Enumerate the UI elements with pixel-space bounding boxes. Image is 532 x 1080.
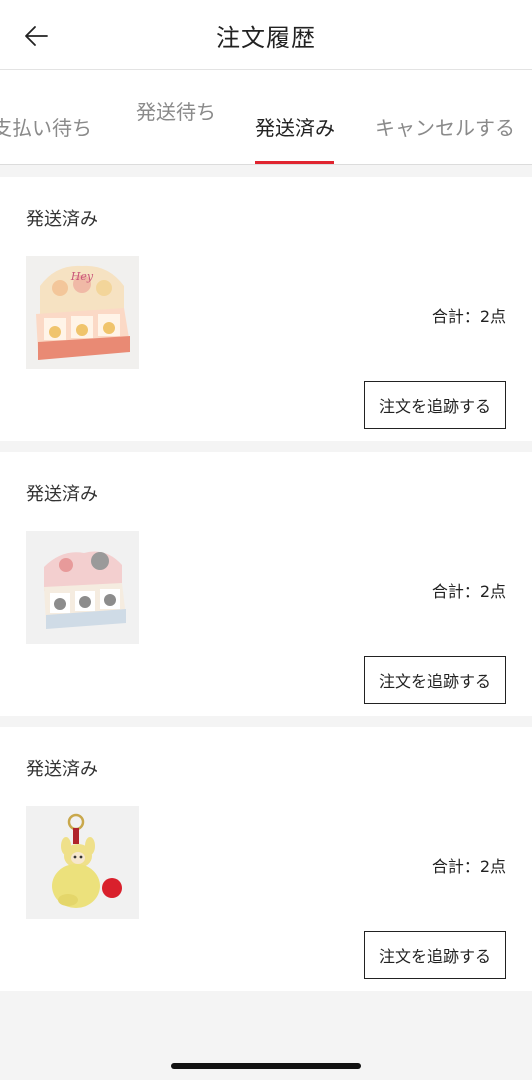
order-total: 合計：2点 [431, 307, 506, 326]
active-tab-indicator [255, 161, 334, 164]
home-indicator [171, 1063, 361, 1069]
tab-pending-payment[interactable]: 支払い待ち [0, 112, 92, 141]
order-total: 合計：2点 [431, 582, 506, 601]
order-card[interactable]: 発送済み Hey 合計：2点 注文を追跡する [0, 177, 532, 441]
track-order-button[interactable]: 注文を追跡する [364, 381, 506, 429]
tab-pending-shipment[interactable]: 発送待ち [136, 96, 216, 125]
top-bar: 注文履歴 [0, 0, 532, 70]
tab-cancelled[interactable]: キャンセルする [375, 112, 515, 141]
product-thumbnail[interactable]: Hey [26, 256, 139, 369]
order-total: 合計：2点 [431, 857, 506, 876]
order-card[interactable]: 発送済み 合計：2点 注文を追跡する [0, 727, 532, 991]
order-status: 発送済み [26, 484, 98, 505]
product-thumbnail[interactable] [26, 531, 139, 644]
tab-shipped[interactable]: 発送済み [255, 112, 335, 141]
order-status: 発送済み [26, 759, 98, 780]
order-card[interactable]: 発送済み 合計：2点 注文を追跡する [0, 452, 532, 716]
track-order-button[interactable]: 注文を追跡する [364, 656, 506, 704]
track-order-button[interactable]: 注文を追跡する [364, 931, 506, 979]
svg-text:Hey: Hey [70, 270, 94, 283]
page-title: 注文履歴 [216, 24, 316, 52]
product-thumbnail[interactable] [26, 806, 139, 919]
order-status-tabs: 支払い待ち 発送待ち 発送済み キャンセルする [0, 70, 532, 165]
order-status: 発送済み [26, 209, 98, 230]
